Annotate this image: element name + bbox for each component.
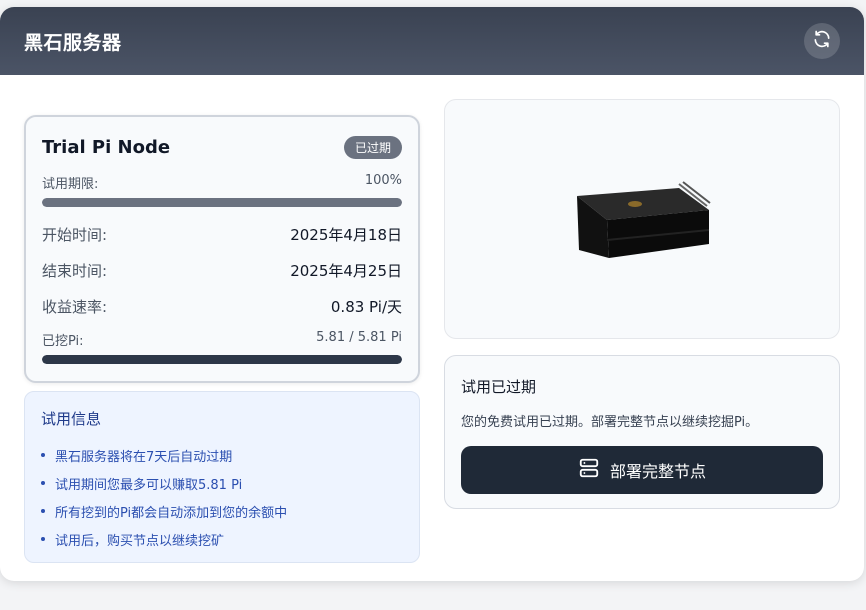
status-badge: 已过期 (343, 135, 402, 159)
trial-period-value: 100% (364, 173, 402, 188)
mined-row: 已挖Pi: 5.81 / 5.81 Pi (42, 330, 402, 349)
header: 黑石服务器 (0, 7, 864, 75)
list-item: 试用后，购买节点以继续挖矿 (41, 525, 403, 553)
trial-period-label: 试用期限: (42, 177, 99, 192)
node-header: Trial Pi Node 已过期 (42, 133, 402, 161)
expired-title: 试用已过期 (461, 378, 537, 396)
rate-row: 收益速率: 0.83 Pi/天 (42, 288, 402, 324)
expired-description: 您的免费试用已过期。部署完整节点以继续挖掘Pi。 (461, 415, 759, 430)
start-time-label: 开始时间: (42, 225, 108, 244)
trial-info-list: 黑石服务器将在7天后自动过期 试用期间您最多可以赚取5.81 Pi 所有挖到的P… (41, 441, 403, 553)
server-image-panel (444, 99, 840, 339)
list-item: 黑石服务器将在7天后自动过期 (41, 441, 403, 469)
server-icon (578, 457, 600, 483)
deploy-full-node-button[interactable]: 部署完整节点 (461, 446, 823, 494)
rate-label: 收益速率: (42, 297, 108, 316)
trial-period-row: 试用期限: 100% (42, 173, 402, 192)
mined-label: 已挖Pi: (42, 334, 84, 349)
trial-period-bar (42, 198, 402, 207)
trial-period-bar-fill (42, 198, 402, 207)
start-time-value: 2025年4月18日 (290, 225, 402, 244)
mined-value: 5.81 / 5.81 Pi (316, 330, 402, 345)
end-time-row: 结束时间: 2025年4月25日 (42, 252, 402, 288)
list-item: 所有挖到的Pi都会自动添加到您的余额中 (41, 497, 403, 525)
end-time-value: 2025年4月25日 (290, 261, 402, 280)
trial-node-card: Trial Pi Node 已过期 试用期限: 100% 开始时间: 2025年… (24, 115, 420, 383)
trial-info-title: 试用信息 (41, 410, 102, 428)
trial-info-panel: 试用信息 黑石服务器将在7天后自动过期 试用期间您最多可以赚取5.81 Pi 所… (24, 391, 420, 563)
list-item: 试用期间您最多可以赚取5.81 Pi (41, 469, 403, 497)
trial-expired-panel: 试用已过期 您的免费试用已过期。部署完整节点以继续挖掘Pi。 部署完整节点 (444, 355, 840, 509)
node-title: Trial Pi Node (42, 136, 171, 158)
refresh-icon (812, 29, 832, 53)
bullet-icon (41, 481, 45, 485)
main-card: 黑石服务器 Trial Pi Node 已过期 试用期限: 100% 开始时间:… (0, 7, 864, 581)
page-title: 黑石服务器 (24, 31, 122, 54)
bullet-icon (41, 509, 45, 513)
deploy-button-label: 部署完整节点 (609, 462, 706, 481)
mined-bar-fill (42, 355, 402, 364)
rate-value: 0.83 Pi/天 (330, 297, 402, 316)
refresh-button[interactable] (804, 23, 840, 59)
end-time-label: 结束时间: (42, 261, 108, 280)
mined-bar (42, 355, 402, 364)
bullet-icon (41, 453, 45, 457)
start-time-row: 开始时间: 2025年4月18日 (42, 216, 402, 252)
bullet-icon (41, 537, 45, 541)
server-device-image (577, 181, 711, 258)
